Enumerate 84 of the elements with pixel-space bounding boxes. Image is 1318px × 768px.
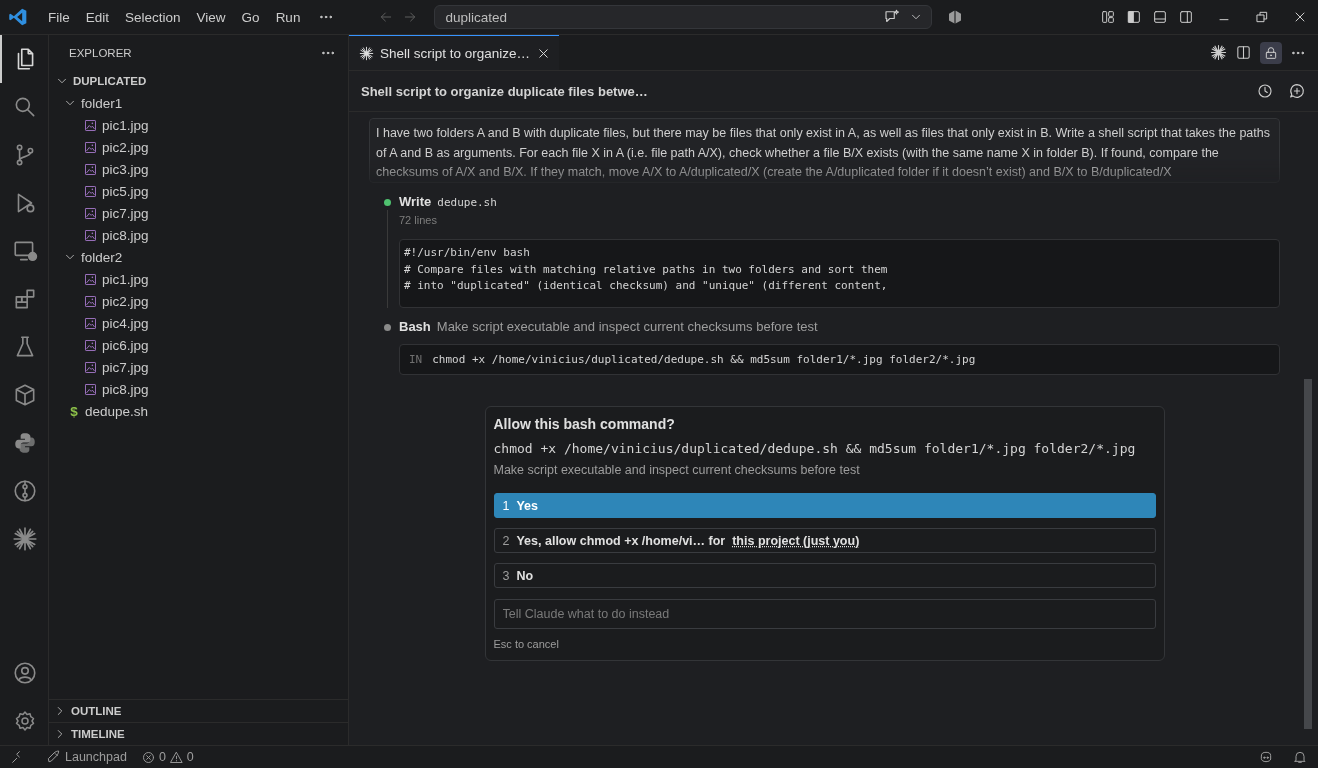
image-file-icon	[83, 117, 98, 133]
tree-file-name[interactable]: pic3.jpg	[102, 161, 149, 177]
tree-file-name[interactable]: pic4.jpg	[102, 315, 149, 331]
tree-file-name[interactable]: pic2.jpg	[102, 139, 149, 155]
tree-file-name[interactable]: pic8.jpg	[102, 381, 149, 397]
input-label: IN	[409, 353, 423, 367]
dialog-title: Allow this bash command?	[493, 416, 676, 433]
image-file-icon	[83, 293, 98, 309]
problems-item[interactable]: 0 0	[140, 749, 194, 765]
panel-bottom-icon[interactable]	[1152, 9, 1168, 25]
lock-button[interactable]	[1260, 41, 1282, 64]
image-file-icon	[83, 183, 98, 199]
warning-icon	[168, 749, 184, 765]
menu-item[interactable]: Selection	[117, 5, 189, 29]
image-file-icon	[83, 205, 98, 221]
section-header[interactable]: TIMELINE	[71, 728, 125, 740]
menu-item[interactable]: Go	[233, 5, 268, 29]
command-text: chmod +x /home/vinicius/duplicated/dedupe.sh && md5sum folder1/*.jpg folder2/*.jpg	[493, 441, 1137, 457]
folder-item[interactable]: folder1	[81, 95, 123, 111]
menu-item[interactable]: File	[40, 5, 78, 29]
code-line: # Compare files with matching relative paths in two folders and sort them	[404, 261, 889, 278]
git-graph-icon[interactable]	[12, 478, 38, 504]
option-button[interactable]: 2 Yes, allow chmod +x /home/vi… for this project (just you)	[493, 528, 1156, 554]
tree-file-name[interactable]: pic7.jpg	[102, 359, 149, 375]
image-file-icon	[83, 359, 98, 375]
spark-icon[interactable]	[12, 526, 38, 552]
spark-icon[interactable]	[1210, 44, 1227, 61]
bell-icon[interactable]	[1292, 749, 1308, 765]
folder-item[interactable]: folder2	[81, 249, 123, 265]
image-file-icon	[83, 139, 98, 155]
code-line: # into "duplicated" (identical checksum) and "unique" (different content,	[404, 278, 889, 295]
input-field[interactable]: Tell Claude what to do instead	[493, 599, 1156, 630]
layout-icon[interactable]	[1100, 9, 1116, 25]
account-icon[interactable]	[12, 660, 38, 686]
menu-item[interactable]: Run	[267, 5, 309, 29]
line-count: 72 lines	[399, 214, 438, 226]
restore-icon[interactable]	[1254, 9, 1270, 25]
image-file-icon	[83, 381, 98, 397]
sidebar-left-icon[interactable]	[1126, 9, 1142, 25]
tree-file-name[interactable]: pic2.jpg	[102, 293, 149, 309]
new-chat-icon[interactable]	[1288, 82, 1306, 100]
explorer-title: EXPLORER	[69, 46, 132, 59]
spark-icon	[359, 45, 374, 61]
lock-icon	[1263, 44, 1279, 61]
option-button[interactable]: 1 Yes	[493, 493, 1156, 519]
image-file-icon	[83, 337, 98, 353]
command-text: chmod +x /home/vinicius/duplicated/dedupe.sh && md5sum folder1/*.jpg folder2/*.jpg	[432, 353, 976, 367]
chat-title: Shell script to organize duplicate files betwe…	[361, 83, 649, 99]
shell-file-icon: $	[67, 403, 81, 419]
tool-description: Make script executable and inspect current checksums before test	[436, 319, 818, 335]
image-file-icon	[83, 227, 98, 243]
tool-label: Bash	[399, 319, 431, 335]
tree-file-name[interactable]: pic1.jpg	[102, 271, 149, 287]
tree-file-name[interactable]: pic1.jpg	[102, 117, 149, 133]
code-line: #!/usr/bin/env bash	[404, 245, 531, 261]
launchpad-item[interactable]: Launchpad	[46, 749, 127, 765]
hint-text: Esc to cancel	[493, 638, 560, 651]
image-file-icon	[83, 161, 98, 177]
settings-icon[interactable]	[13, 709, 37, 733]
tree-file-name[interactable]: pic8.jpg	[102, 227, 149, 243]
file-name: dedupe.sh	[437, 196, 497, 209]
user-prompt: I have two folders A and B with duplicate files, but there may be files that only exist in A, as well as files that only exist in B. Write a shell script that takes the paths of A and B as arguments. For each file X in A (i.e. file path A/X), check whether a file B/X exists (with the same name X in folder B). If found, compare the checksums of A/X and B/X. If they match, move A/X to A/duplicated/X (create the A/duplicated folder if it doesn’t exist) and B/X to B/duplicated/X	[369, 118, 1280, 183]
menu-item[interactable]: View	[188, 5, 234, 29]
image-file-icon	[83, 315, 98, 331]
python-icon[interactable]	[12, 430, 38, 456]
menu-item[interactable]: Edit	[77, 5, 118, 29]
command-description: Make script executable and inspect current checksums before test	[493, 463, 861, 478]
tool-label: Write	[399, 194, 432, 209]
tree-file-name[interactable]: dedupe.sh	[85, 403, 149, 419]
tree-file-name[interactable]: pic7.jpg	[102, 205, 149, 221]
command-center[interactable]: duplicated	[434, 5, 933, 29]
section-header[interactable]: OUTLINE	[71, 705, 122, 717]
tree-file-name[interactable]: pic6.jpg	[102, 337, 149, 353]
split-editor-icon[interactable]	[1235, 44, 1252, 61]
image-file-icon	[83, 271, 98, 287]
editor-tab[interactable]: Shell script to organize…	[349, 35, 560, 70]
vscode-logo-icon[interactable]	[8, 7, 28, 27]
sidebar-right-icon[interactable]	[1178, 9, 1194, 25]
history-icon[interactable]	[1256, 82, 1274, 100]
scrollbar-thumb[interactable]	[1304, 379, 1312, 729]
option-button[interactable]: 3 No	[493, 563, 1156, 589]
error-icon	[140, 749, 156, 765]
workspace-folder[interactable]: DUPLICATED	[73, 75, 147, 87]
tree-file-name[interactable]: pic5.jpg	[102, 183, 149, 199]
